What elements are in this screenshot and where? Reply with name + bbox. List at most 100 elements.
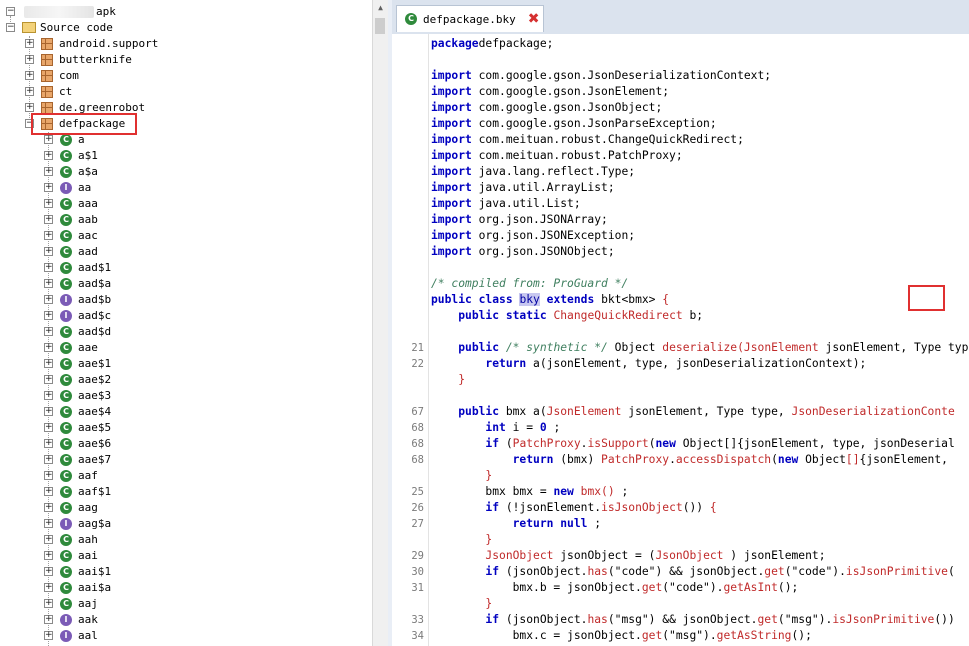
tree-class-item[interactable]: + Caae$2 [0,372,372,388]
expand-icon[interactable]: + [44,279,53,288]
expand-icon[interactable]: + [44,439,53,448]
class-icon: C [60,342,72,354]
interface-icon: I [60,182,72,194]
expand-icon[interactable]: + [44,535,53,544]
expand-icon[interactable]: + [44,615,53,624]
expand-icon[interactable]: + [25,103,34,112]
tree-class-item[interactable]: + Iaag$a [0,516,372,532]
tree-class-item[interactable]: + Caah [0,532,372,548]
tree-scrollbar[interactable]: ▲ [372,0,388,646]
tree-class-item[interactable]: + Caai$a [0,580,372,596]
tree-class-item[interactable]: + Iaad$c [0,308,372,324]
tree-class-item[interactable]: + Iaak [0,612,372,628]
expand-icon[interactable]: + [44,423,53,432]
tree-class-item[interactable]: + Caag [0,500,372,516]
expand-icon[interactable]: + [44,327,53,336]
tree-class-item[interactable]: + Iaa [0,180,372,196]
tree-class-item[interactable]: + Caae$5 [0,420,372,436]
expand-icon[interactable]: + [44,183,53,192]
tree-class-item[interactable]: + Iaal [0,628,372,644]
expand-icon[interactable]: + [25,55,34,64]
expand-icon[interactable]: + [44,151,53,160]
scroll-up-arrow-icon[interactable]: ▲ [373,0,388,16]
tree-class-item[interactable]: + Caae$3 [0,388,372,404]
expand-icon[interactable]: + [44,407,53,416]
expand-icon[interactable]: + [44,231,53,240]
expand-icon[interactable]: + [44,247,53,256]
tree-row-root[interactable]: − apk [0,4,372,20]
tree-class-item[interactable]: + Caai [0,548,372,564]
expand-icon[interactable]: + [25,71,34,80]
scroll-thumb[interactable] [375,18,385,34]
tree-row-source-code[interactable]: − Source code [0,20,372,36]
close-tab-icon[interactable]: ✖ [528,12,540,26]
expand-icon[interactable]: + [25,39,34,48]
tree-package-ct[interactable]: + ct [0,84,372,100]
code-token: get [641,629,663,642]
expand-icon[interactable]: + [44,375,53,384]
code-token: bmx bmx = [431,485,554,498]
expand-icon[interactable]: + [44,471,53,480]
class-icon: C [60,566,72,578]
expand-icon[interactable]: + [44,503,53,512]
expand-icon[interactable]: + [25,87,34,96]
expand-icon[interactable]: + [44,599,53,608]
line-number: 26 [411,502,424,514]
expand-icon[interactable]: + [44,487,53,496]
code-text: import com.meituan.robust.ChangeQuickRed… [431,132,744,148]
code-token: bmx a( [499,405,547,418]
code-editor[interactable]: packagedefpackage; import com.google.gson… [392,34,969,646]
tree-class-item[interactable]: + Caad [0,244,372,260]
tree-package-butterknife[interactable]: + butterknife [0,52,372,68]
code-token: JsonObject [655,549,724,562]
tree-class-item[interactable]: + Caad$d [0,324,372,340]
tree-class-item[interactable]: + Caai$1 [0,564,372,580]
collapse-icon[interactable]: − [6,23,15,32]
tree-class-item[interactable]: + Ca$1 [0,148,372,164]
expand-icon[interactable]: + [44,519,53,528]
tree-class-item[interactable]: + Ca$a [0,164,372,180]
code-line: public static ChangeQuickRedirect b; [392,308,969,324]
expand-icon[interactable]: + [44,455,53,464]
tree-class-item[interactable]: + Caaj [0,596,372,612]
expand-icon[interactable]: + [44,215,53,224]
tree-class-item[interactable]: + Caae$4 [0,404,372,420]
expand-icon[interactable]: + [44,631,53,640]
tree-class-item[interactable]: + Caae$1 [0,356,372,372]
tree-class-item[interactable]: + Caaf$1 [0,484,372,500]
expand-icon[interactable]: + [44,391,53,400]
code-token: isSupport [587,437,649,450]
tree-class-item[interactable]: + Iaad$b [0,292,372,308]
code-token: { [709,501,717,514]
collapse-icon[interactable]: − [6,7,15,16]
tree-class-item[interactable]: + Caad$a [0,276,372,292]
tree-class-item[interactable]: + Caac [0,228,372,244]
tree-class-item[interactable]: + Caae$6 [0,436,372,452]
expand-icon[interactable]: + [44,295,53,304]
tree-class-item[interactable]: + Caaa [0,196,372,212]
tree-class-item[interactable]: + Caab [0,212,372,228]
code-token: import [431,245,472,258]
expand-icon[interactable]: + [44,343,53,352]
code-token: PatchProxy [512,437,581,450]
tree-package-android-support[interactable]: + android.support [0,36,372,52]
redacted-name [24,6,94,18]
expand-icon[interactable]: + [44,263,53,272]
project-tree[interactable]: − apk − Source code + android.support + butterk… [0,0,372,646]
expand-icon[interactable]: + [44,567,53,576]
tree-class-item[interactable]: + Caaf [0,468,372,484]
tree-class-item[interactable]: + Caae$7 [0,452,372,468]
tree-class-item[interactable]: + Caad$1 [0,260,372,276]
expand-icon[interactable]: + [44,359,53,368]
expand-icon[interactable]: + [44,167,53,176]
expand-icon[interactable]: + [44,199,53,208]
tab-defpackage-bky[interactable]: C defpackage.bky ✖ [396,5,544,32]
tree-class-item[interactable]: + Caae [0,340,372,356]
expand-icon[interactable]: + [44,311,53,320]
expand-icon[interactable]: + [44,583,53,592]
code-token: com.google.gson.JsonObject; [471,101,663,114]
tree-package-com[interactable]: + com [0,68,372,84]
expand-icon[interactable]: + [44,551,53,560]
expand-icon[interactable]: + [44,135,53,144]
